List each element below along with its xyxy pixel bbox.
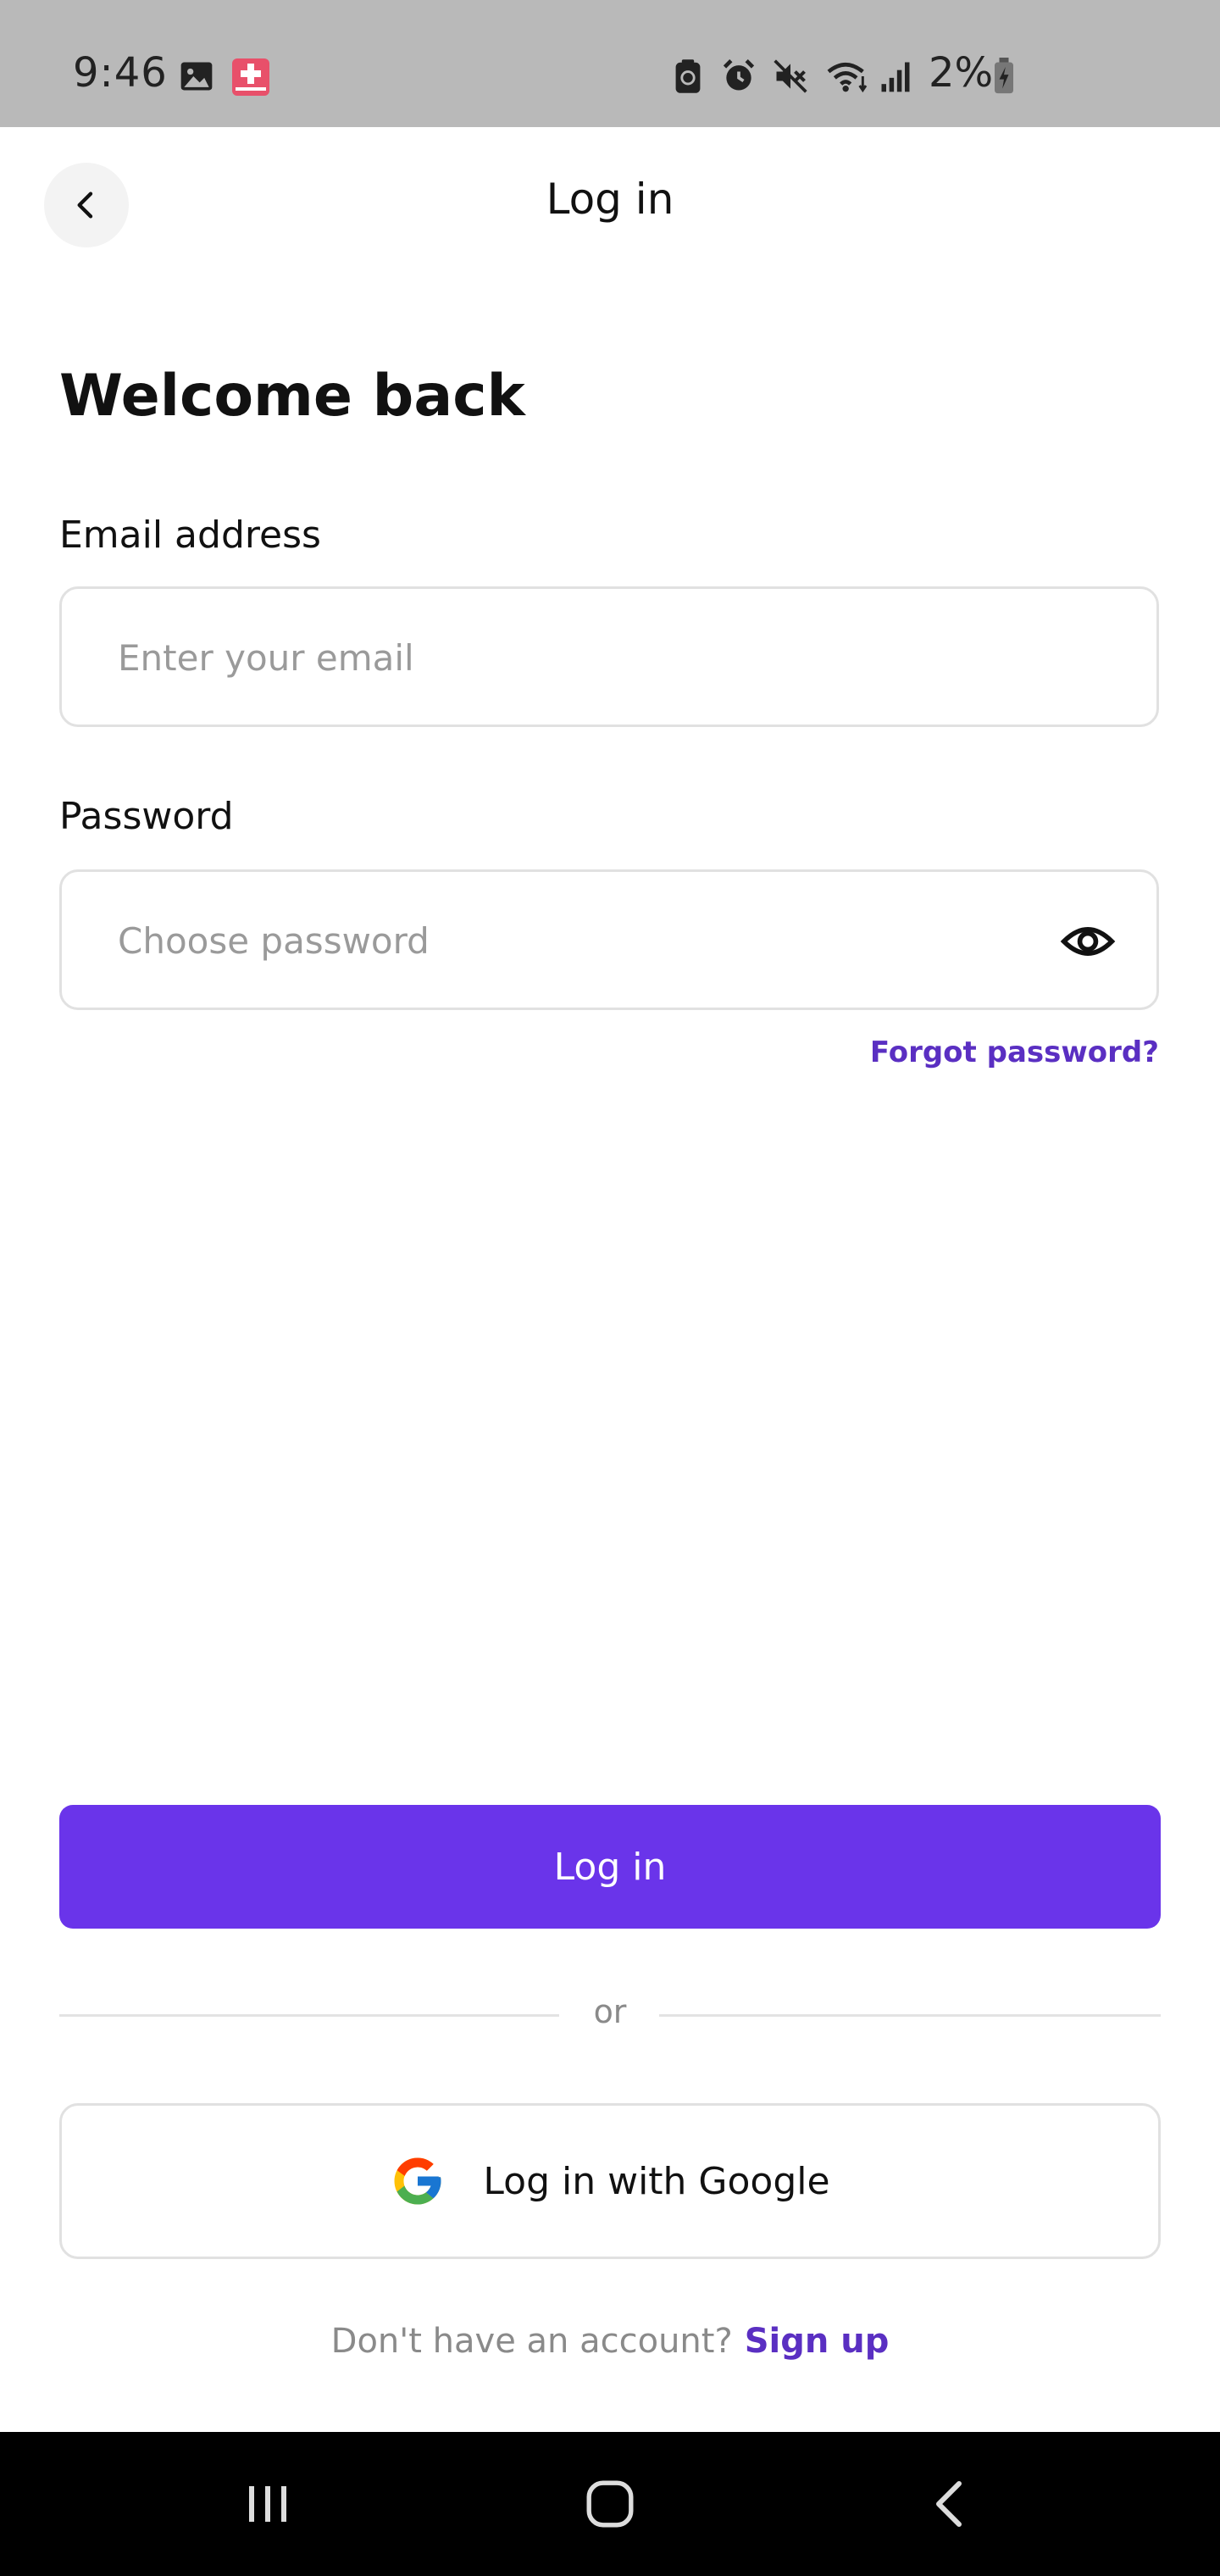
- signal-icon: [881, 62, 910, 92]
- google-icon: [394, 2157, 441, 2205]
- email-field-container: [59, 586, 1159, 727]
- recent-apps-icon: [249, 2486, 286, 2522]
- image-icon: [180, 62, 213, 91]
- home-button[interactable]: [568, 2466, 652, 2542]
- google-login-button[interactable]: Log in with Google: [59, 2103, 1161, 2259]
- login-button[interactable]: Log in: [59, 1805, 1161, 1929]
- welcome-heading: Welcome back: [59, 363, 525, 430]
- google-login-label: Log in with Google: [483, 2159, 830, 2203]
- signup-prompt: Don't have an account?: [330, 2322, 733, 2361]
- forgot-password-link[interactable]: Forgot password?: [870, 1035, 1159, 1069]
- page-title: Log in: [546, 175, 674, 224]
- medical-app-icon: [232, 58, 269, 96]
- signup-row: Don't have an account? Sign up: [0, 2322, 1220, 2361]
- password-field-container: [59, 869, 1159, 1010]
- mute-icon: [774, 59, 807, 93]
- system-back-button[interactable]: [907, 2466, 991, 2542]
- status-bar: 9:46 2%: [0, 0, 1220, 127]
- alarm-icon: [723, 59, 755, 91]
- status-time: 9:46: [73, 49, 168, 97]
- divider-right: [659, 2014, 1161, 2017]
- back-icon: [936, 2481, 962, 2527]
- eye-icon[interactable]: [1060, 916, 1116, 967]
- wifi-icon: [827, 62, 868, 93]
- recycle-icon: [675, 59, 701, 93]
- battery-percentage: 2%: [929, 49, 994, 97]
- login-screen: 9:46 2% Log in Welcome back Email addres…: [0, 0, 1220, 2576]
- email-label: Email address: [59, 514, 321, 557]
- password-label: Password: [59, 795, 234, 838]
- signup-link[interactable]: Sign up: [745, 2322, 890, 2361]
- password-field[interactable]: [116, 872, 967, 1009]
- email-field[interactable]: [116, 589, 1051, 726]
- divider-left: [59, 2014, 559, 2017]
- navigation-bar: [0, 2432, 1220, 2576]
- recent-apps-button[interactable]: [225, 2466, 310, 2542]
- home-icon: [586, 2480, 634, 2528]
- divider-or: or: [593, 1993, 627, 2030]
- battery-charging-icon: [995, 58, 1013, 94]
